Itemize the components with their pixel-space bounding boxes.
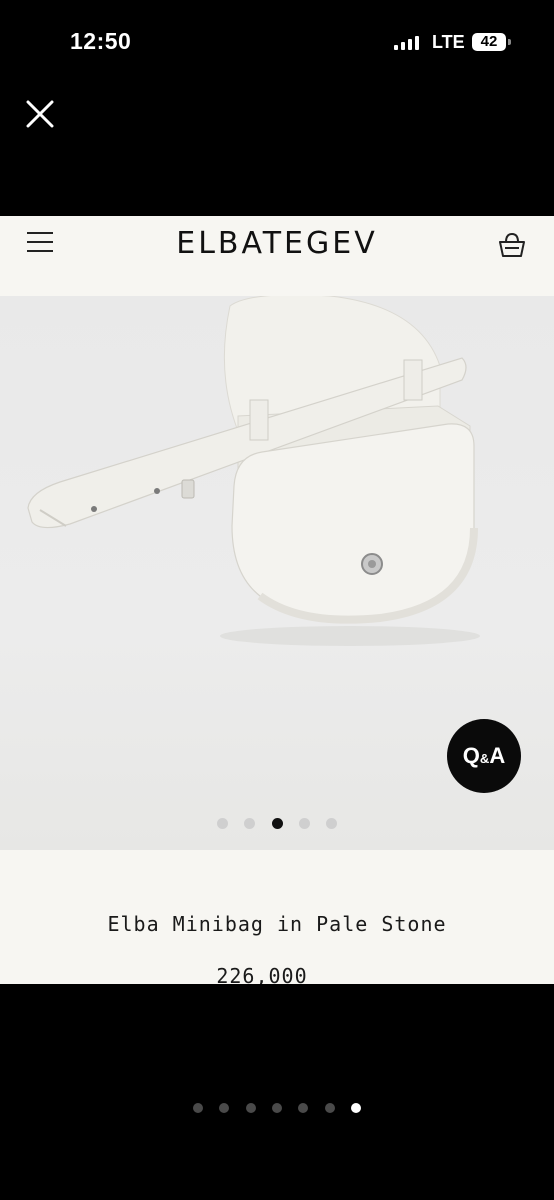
network-type: LTE xyxy=(432,32,465,52)
carousel-dot[interactable] xyxy=(244,818,256,829)
page-dot[interactable] xyxy=(324,1103,335,1113)
page-dot[interactable] xyxy=(245,1103,256,1113)
status-bar: 12:50 LTE 42 xyxy=(0,0,554,80)
page-dot-active[interactable] xyxy=(351,1103,362,1113)
site-header: ELBATEGEV xyxy=(0,216,554,296)
product-price: 226,000 xyxy=(216,964,308,984)
page-dot[interactable] xyxy=(272,1103,282,1113)
page-indicator xyxy=(0,1100,554,1118)
carousel-dots xyxy=(0,816,554,832)
page-dot[interactable] xyxy=(298,1103,309,1113)
product-info: Elba Minibag in Pale Stone 226,000 xyxy=(0,850,554,984)
close-icon xyxy=(26,100,54,128)
carousel-dot[interactable] xyxy=(298,818,310,829)
page-dot[interactable] xyxy=(192,1103,203,1113)
carousel-dot[interactable] xyxy=(216,818,228,829)
site-logo[interactable]: ELBATEGEV xyxy=(0,226,554,261)
battery-icon: 42 xyxy=(472,33,506,51)
web-page: ELBATEGEV Elba Minibag in Pale Stone 226… xyxy=(0,216,554,984)
cellular-signal-icon xyxy=(394,36,420,50)
shopping-bag-icon[interactable] xyxy=(497,230,527,260)
status-time: 12:50 xyxy=(70,28,132,54)
close-button[interactable] xyxy=(24,98,56,130)
qa-label-q: Q xyxy=(462,743,480,768)
product-name: Elba Minibag in Pale Stone xyxy=(107,912,447,936)
page-dot[interactable] xyxy=(219,1103,230,1113)
qa-label-a: A xyxy=(489,743,506,768)
qa-button[interactable]: Q&A xyxy=(447,719,521,793)
carousel-dot[interactable] xyxy=(326,818,338,829)
battery-tip xyxy=(508,39,511,45)
carousel-dot-active[interactable] xyxy=(271,818,283,829)
qa-label-amp: & xyxy=(479,751,490,766)
